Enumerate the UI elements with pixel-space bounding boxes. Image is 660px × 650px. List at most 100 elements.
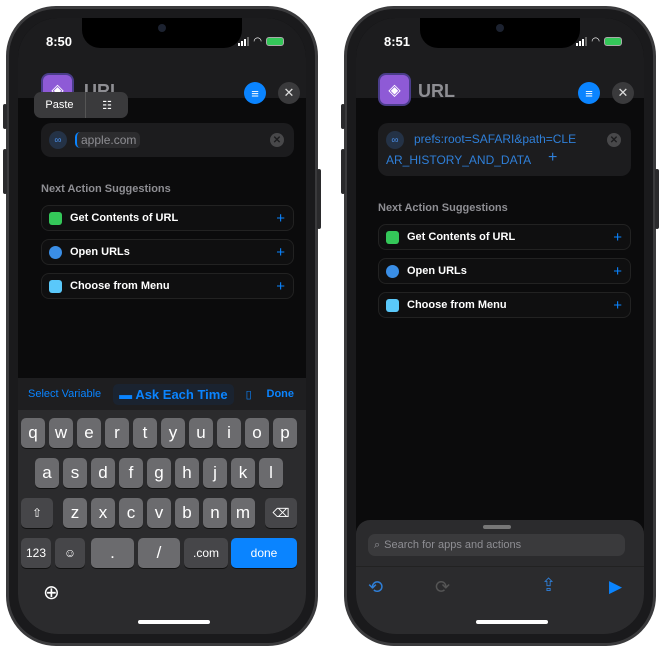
key-p[interactable]: p [273,418,297,448]
edit-menu-popup: Paste ☷ [34,92,128,118]
add-icon[interactable]: + [613,297,622,314]
safari-icon [386,264,399,278]
share-icon[interactable]: ⇪ [541,575,556,596]
menu-icon [49,279,62,293]
key-s[interactable]: s [63,458,87,488]
key-l[interactable]: l [259,458,283,488]
key-x[interactable]: x [91,498,115,528]
search-icon: ⌕ [374,538,381,551]
suggestions-title: Next Action Suggestions [378,202,508,214]
key-r[interactable]: r [105,418,129,448]
side-button [3,104,7,129]
suggestion-row[interactable]: Get Contents of URL + [378,224,631,250]
shift-icon[interactable]: ⇧ [21,498,53,528]
url-input[interactable]: apple.com [75,132,141,148]
search-field[interactable]: ⌕ Search for apps and actions [368,534,625,556]
key-t[interactable]: t [133,418,157,448]
add-variable-icon[interactable]: + [548,149,557,167]
sliders-icon[interactable]: ≡ [578,82,600,104]
key-o[interactable]: o [245,418,269,448]
suggestion-row[interactable]: Open URLs + [378,258,631,284]
select-variable-button[interactable]: Select Variable [28,388,101,400]
key-k[interactable]: k [231,458,255,488]
dotcom-key[interactable]: .com [184,538,228,568]
link-icon: ∞ [49,131,67,149]
divider [356,566,644,567]
emoji-icon[interactable]: ☺ [55,538,85,568]
key-c[interactable]: c [119,498,143,528]
side-button [317,169,321,229]
paste-button[interactable]: Paste [34,92,86,118]
suggestion-row[interactable]: Choose from Menu + [41,273,294,299]
globe-icon[interactable]: ⊕ [43,580,60,605]
suggestion-row[interactable]: Open URLs + [41,239,294,265]
suggestion-label: Choose from Menu [70,280,170,292]
key-m[interactable]: m [231,498,255,528]
safari-icon [49,245,62,259]
url-field[interactable]: ∞ apple.com ✕ [41,123,294,157]
key-y[interactable]: y [161,418,185,448]
sliders-icon[interactable]: ≡ [244,82,266,104]
scan-text-icon[interactable]: ☷ [86,99,128,112]
add-icon[interactable]: + [276,210,285,227]
close-icon[interactable]: ✕ [612,82,634,104]
key-u[interactable]: u [189,418,213,448]
battery-icon [604,37,622,46]
redo-icon[interactable]: ⟳ [435,577,450,598]
key-n[interactable]: n [203,498,227,528]
search-placeholder: Search for apps and actions [384,539,522,551]
key-v[interactable]: v [147,498,171,528]
key-a[interactable]: a [35,458,59,488]
key-z[interactable]: z [63,498,87,528]
side-button [3,149,7,194]
url-field[interactable]: ∞ prefs:root=SAFARI&path=CLE AR_HISTORY_… [378,123,631,176]
key-i[interactable]: i [217,418,241,448]
undo-icon[interactable]: ⟲ [368,577,383,598]
url-text-line1[interactable]: prefs:root=SAFARI&path=CLE [414,132,576,146]
status-icons: ◠ [576,36,622,47]
suggestion-label: Choose from Menu [407,299,507,311]
clear-icon[interactable]: ✕ [607,133,621,147]
sheet-grabber[interactable] [483,525,511,529]
add-icon[interactable]: + [276,244,285,261]
suggestion-row[interactable]: Get Contents of URL + [41,205,294,231]
key-b[interactable]: b [175,498,199,528]
key-w[interactable]: w [49,418,73,448]
status-time: 8:50 [46,34,73,49]
clear-icon[interactable]: ✕ [270,133,284,147]
close-icon[interactable]: ✕ [278,82,300,104]
url-text-line2[interactable]: AR_HISTORY_AND_DATA [386,153,531,167]
key-f[interactable]: f [119,458,143,488]
status-time: 8:51 [384,34,411,49]
key-g[interactable]: g [147,458,171,488]
slash-key[interactable]: / [138,538,180,568]
key-d[interactable]: d [91,458,115,488]
ask-each-time-button[interactable]: ▬ Ask Each Time [113,383,234,405]
dot-key[interactable]: . [91,538,134,568]
done-key[interactable]: done [231,538,297,568]
add-icon[interactable]: + [276,278,285,295]
done-button[interactable]: Done [267,388,295,400]
numbers-key[interactable]: 123 [21,538,51,568]
notch [82,18,242,48]
side-button [341,149,345,194]
add-icon[interactable]: + [613,229,622,246]
key-j[interactable]: j [203,458,227,488]
status-icons: ◠ [238,36,284,47]
run-icon[interactable]: ▶ [609,577,622,597]
suggestion-label: Get Contents of URL [70,212,179,224]
download-icon [49,211,62,225]
add-icon[interactable]: + [613,263,622,280]
key-e[interactable]: e [77,418,101,448]
screen: 8:50 ◠ ◈ URL ≡ ✕ Paste ☷ ∞ apple.com ✕ N… [18,18,306,634]
backspace-icon[interactable]: ⌫ [265,498,297,528]
key-q[interactable]: q [21,418,45,448]
key-h[interactable]: h [175,458,199,488]
wifi-icon: ◠ [253,36,262,47]
suggestion-label: Open URLs [407,265,467,277]
clipboard-icon[interactable]: ▯ [246,388,252,401]
keyboard: q w e r t y u i o p a s d f g h j k l ⇧ z x c v b n m ⌫ 123 ☺. / .com do… [18,410,306,634]
suggestion-row[interactable]: Choose from Menu + [378,292,631,318]
speech-bubble-icon: ▬ [119,386,133,402]
signal-icon [576,37,588,46]
